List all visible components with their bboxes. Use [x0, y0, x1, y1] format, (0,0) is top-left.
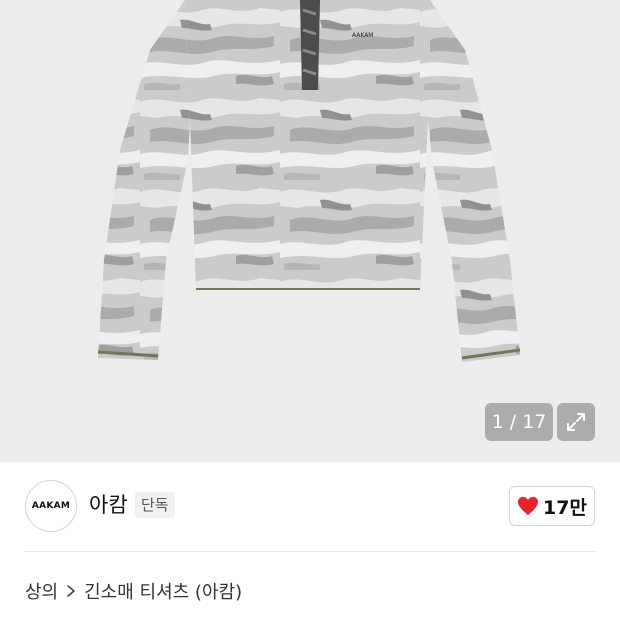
chevron-right-icon — [67, 585, 75, 597]
image-counter: 1 / 17 — [485, 403, 553, 441]
expand-button[interactable] — [557, 403, 595, 441]
product-photo: AAKAM — [97, 0, 521, 362]
brand-name[interactable]: 아캄 — [89, 490, 128, 520]
like-count: 17만 — [543, 496, 587, 519]
exclusive-badge: 단독 — [135, 492, 175, 518]
breadcrumb-separator — [66, 584, 76, 598]
heart-icon — [518, 496, 539, 516]
brand-row: AAKAM 아캄 단독 17만 — [0, 462, 620, 552]
like-button[interactable]: 17만 — [509, 486, 595, 526]
product-image-gallery[interactable]: AAKAM 1 / 17 — [0, 0, 620, 462]
divider — [25, 551, 595, 552]
expand-icon — [567, 413, 585, 431]
breadcrumb-category[interactable]: 상의 — [25, 578, 58, 604]
breadcrumb-subcategory[interactable]: 긴소매 티셔츠 (아캄) — [84, 578, 242, 604]
brand-logo-text: AAKAM — [31, 501, 71, 511]
chest-logo: AAKAM — [352, 32, 374, 39]
breadcrumb: 상의 긴소매 티셔츠 (아캄) — [25, 576, 242, 606]
brand-logo[interactable]: AAKAM — [25, 480, 77, 532]
